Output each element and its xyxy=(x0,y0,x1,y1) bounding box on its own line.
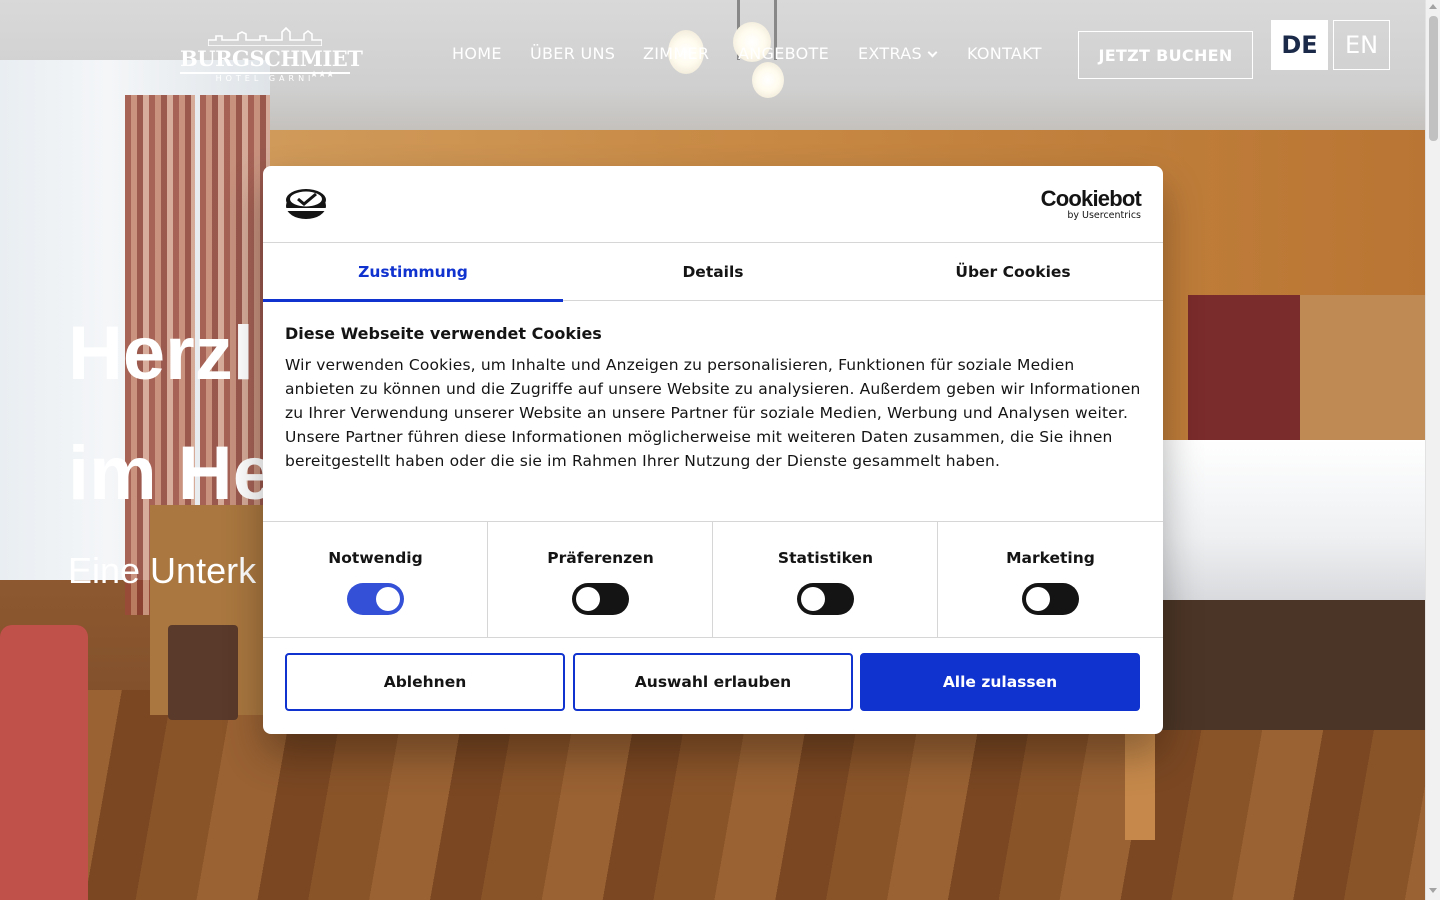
category-label: Statistiken xyxy=(777,549,874,567)
category-label: Präferenzen xyxy=(547,549,654,567)
tab-details[interactable]: Details xyxy=(563,243,863,301)
scroll-up-arrow-icon[interactable] xyxy=(1429,4,1437,9)
nav-extras-label: EXTRAS xyxy=(858,44,922,63)
allow-selection-button[interactable]: Auswahl erlauben xyxy=(573,653,853,711)
tab-zustimmung[interactable]: Zustimmung xyxy=(263,243,563,302)
nav-kontakt[interactable]: KONTAKT xyxy=(967,44,1042,63)
tab-ueber-cookies[interactable]: Über Cookies xyxy=(863,243,1163,301)
dialog-header: Cookiebot by Usercentrics xyxy=(263,166,1163,243)
allow-all-button[interactable]: Alle zulassen xyxy=(860,653,1140,711)
scroll-down-arrow-icon[interactable] xyxy=(1429,888,1437,893)
dialog-tabs: Zustimmung Details Über Cookies xyxy=(263,243,1163,302)
consent-categories: Notwendig Präferenzen Statistiken Market… xyxy=(263,521,1163,638)
scroll-thumb[interactable] xyxy=(1429,16,1438,141)
cookiebot-wordmark: Cookiebot xyxy=(1040,186,1142,211)
toggle-marketing[interactable] xyxy=(1022,583,1079,615)
hero-heading-line2: im He xyxy=(68,431,275,516)
cookie-consent-dialog: Cookiebot by Usercentrics Zustimmung Det… xyxy=(263,166,1163,734)
decline-button[interactable]: Ablehnen xyxy=(285,653,565,711)
category-marketing: Marketing xyxy=(938,522,1163,637)
cookiebot-logo-icon xyxy=(286,189,326,219)
category-statistiken: Statistiken xyxy=(713,522,938,637)
toggle-knob xyxy=(801,587,825,611)
nav-extras[interactable]: EXTRAS xyxy=(858,44,938,63)
language-en[interactable]: EN xyxy=(1333,20,1390,70)
nav-angebote[interactable]: ANGEBOTE xyxy=(738,44,829,63)
toggle-statistiken[interactable] xyxy=(797,583,854,615)
sofa xyxy=(0,625,88,900)
cookiebot-byline: by Usercentrics xyxy=(1067,210,1141,221)
category-notwendig: Notwendig xyxy=(263,522,488,637)
dialog-title: Diese Webseite verwendet Cookies xyxy=(285,324,602,343)
nav-zimmer[interactable]: ZIMMER xyxy=(643,44,709,63)
category-praeferenzen: Präferenzen xyxy=(488,522,713,637)
toggle-notwendig[interactable] xyxy=(347,583,404,615)
category-label: Marketing xyxy=(1006,549,1095,567)
star-rating: ★★★ xyxy=(310,70,335,80)
castle-icon xyxy=(208,26,322,46)
toggle-knob xyxy=(376,587,400,611)
nav-ueber-uns[interactable]: ÜBER UNS xyxy=(530,44,615,63)
cookiebot-brand[interactable]: Cookiebot by Usercentrics xyxy=(1037,186,1142,222)
dialog-body: Diese Webseite verwendet Cookies Wir ver… xyxy=(285,324,1141,473)
toggle-knob xyxy=(1026,587,1050,611)
lamp-bulb xyxy=(752,62,784,98)
toggle-praeferenzen[interactable] xyxy=(572,583,629,615)
hotel-logo[interactable]: BURGSCHMIET HOTEL GARNI ★★★ xyxy=(180,26,363,84)
category-label: Notwendig xyxy=(328,549,423,567)
language-de[interactable]: DE xyxy=(1271,20,1328,70)
hero-heading-line1: Herzl xyxy=(68,311,254,396)
dialog-description: Wir verwenden Cookies, um Inhalte und An… xyxy=(285,356,1141,470)
toggle-knob xyxy=(576,587,600,611)
book-now-button[interactable]: JETZT BUCHEN xyxy=(1078,31,1253,79)
page-scrollbar[interactable] xyxy=(1425,0,1440,900)
nav-home[interactable]: HOME xyxy=(452,44,502,63)
hero-subtitle: Eine Unterk xyxy=(68,550,257,591)
waste-bin xyxy=(168,625,238,720)
chevron-down-icon xyxy=(927,47,938,58)
